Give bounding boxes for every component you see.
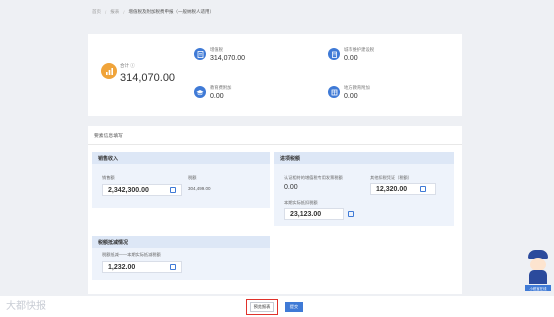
- sales-panel: 销售收入 销售额 2,342,300.00 税额 304,499.00: [92, 152, 270, 208]
- education-surcharge-label: 教育费附加: [210, 85, 232, 90]
- breadcrumb-current: 增值税及附加税费申报（一般纳税人适用）: [128, 9, 215, 14]
- sales-panel-title: 销售收入: [98, 156, 119, 162]
- document-icon: [194, 48, 206, 60]
- sales-amount-label: 销售额: [102, 175, 115, 180]
- building-icon: [328, 48, 340, 60]
- current-deduction-value: 23,123.00: [290, 211, 322, 218]
- breadcrumb-reports[interactable]: 报表: [110, 9, 119, 15]
- mascot-body: [529, 270, 547, 284]
- current-deduction-label: 本期实际抵扣税额: [284, 200, 318, 205]
- sales-tax-label: 税额: [188, 175, 197, 180]
- other-deduction-value: 12,320.00: [376, 186, 408, 193]
- tax-summary-card: 合计 ⓘ 314,070.00 增值税 314,070.00 城市维护建设税 0…: [88, 34, 462, 116]
- tax-reduction-panel-title: 税额抵减情况: [98, 240, 129, 246]
- sales-amount-value: 2,342,300.00: [108, 187, 149, 194]
- total-value: 314,070.00: [120, 72, 176, 84]
- edit-icon[interactable]: [170, 264, 176, 270]
- input-tax-panel-title: 进项税额: [280, 156, 301, 162]
- local-education-surcharge-value: 0.00: [344, 93, 358, 100]
- tax-reduction-panel-header: 税额抵减情况: [92, 236, 270, 248]
- section-title: 要素信息填写: [94, 134, 123, 139]
- preview-report-button[interactable]: 预览报表: [250, 302, 274, 312]
- education-surcharge-value: 0.00: [210, 93, 224, 100]
- tax-reduction-label: 税额抵减——本期实际抵减税额: [102, 252, 161, 257]
- certified-invoice-tax-label: 认证相符的增值税专用发票税额: [284, 175, 343, 180]
- element-info-section: 要素信息填写 销售收入 销售额 2,342,300.00 税额 304,499.…: [88, 126, 462, 294]
- urban-construction-tax-label: 城市维护建设税: [344, 47, 375, 52]
- top-bar: 首页 / 报表 / 增值税及附加税费申报（一般纳税人适用）: [0, 0, 554, 24]
- edit-icon[interactable]: [348, 211, 354, 217]
- input-tax-panel-header: 进项税额: [274, 152, 454, 164]
- breadcrumb-separator: /: [105, 9, 107, 15]
- other-deduction-input[interactable]: 12,320.00: [370, 183, 436, 195]
- input-tax-panel: 进项税额 认证相符的增值税专用发票税额 0.00 其他扣税凭证（税额） 12,3…: [274, 152, 454, 226]
- edit-icon[interactable]: [170, 187, 176, 193]
- breadcrumb-home[interactable]: 首页: [92, 9, 101, 15]
- mascot-tag: 小税宝在线: [525, 285, 551, 291]
- vat-value: 314,070.00: [210, 55, 246, 62]
- other-deduction-label: 其他扣税凭证（税额）: [370, 175, 412, 180]
- watermark: 大都快报: [6, 301, 46, 312]
- edit-icon[interactable]: [420, 186, 426, 192]
- assistant-mascot[interactable]: 小税宝在线: [525, 248, 551, 292]
- graduation-cap-icon: [194, 86, 206, 98]
- breadcrumb-separator: /: [123, 9, 125, 15]
- tax-reduction-value: 1,232.00: [108, 264, 136, 271]
- current-deduction-input[interactable]: 23,123.00: [284, 208, 344, 220]
- local-education-surcharge-label: 地方教育附加: [344, 85, 370, 90]
- certified-invoice-tax-value: 0.00: [284, 184, 298, 191]
- tax-reduction-panel: 税额抵减情况 税额抵减——本期实际抵减税额 1,232.00: [92, 236, 270, 280]
- sales-panel-header: 销售收入: [92, 152, 270, 164]
- vat-label: 增值税: [210, 47, 223, 52]
- sales-tax-value: 304,499.00: [188, 186, 211, 191]
- divider: [88, 144, 462, 145]
- urban-construction-tax-value: 0.00: [344, 55, 358, 62]
- ledger-icon: [328, 86, 340, 98]
- submit-button[interactable]: 提交: [285, 302, 303, 312]
- breadcrumb: 首页 / 报表 / 增值税及附加税费申报（一般纳税人适用）: [92, 9, 214, 15]
- total-icon: [101, 63, 117, 79]
- total-label: 合计 ⓘ: [120, 63, 135, 68]
